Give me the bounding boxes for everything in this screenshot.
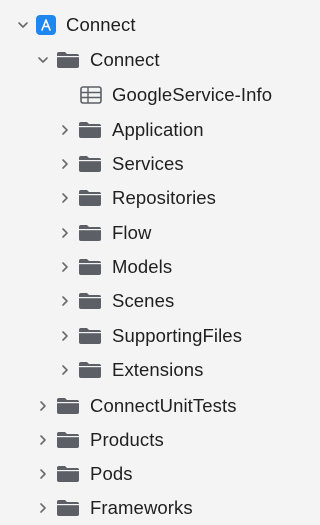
tree-row-folder[interactable]: Application [0, 113, 300, 147]
folder-label: Repositories [112, 187, 217, 208]
chevron-right-icon[interactable] [36, 399, 50, 413]
folder-icon [56, 465, 80, 483]
project-navigator: Connect Connect GoogleService-Info Appli… [0, 0, 300, 524]
folder-icon [78, 224, 102, 242]
folder-icon [56, 499, 80, 517]
folder-icon [56, 431, 80, 449]
chevron-right-icon[interactable] [36, 433, 50, 447]
tree-row-folder[interactable]: Models [0, 250, 300, 284]
folder-icon [56, 51, 80, 69]
tree-row-folder[interactable]: Products [0, 423, 300, 457]
chevron-right-icon[interactable] [58, 226, 72, 240]
tree-row-folder[interactable]: Frameworks [0, 491, 300, 525]
folder-label: Frameworks [90, 497, 193, 518]
tree-row-project[interactable]: Connect [0, 8, 300, 42]
tree-row-folder[interactable]: SupportingFiles [0, 319, 300, 353]
folder-label: Services [112, 153, 184, 174]
tree-row-connect-group[interactable]: Connect [0, 43, 300, 77]
folder-label: Flow [112, 222, 152, 243]
chevron-right-icon[interactable] [36, 467, 50, 481]
folder-label: Application [112, 119, 204, 140]
folder-label: Scenes [112, 290, 175, 311]
tree-row-folder[interactable]: Flow [0, 216, 300, 250]
folder-icon [78, 327, 102, 345]
chevron-right-icon[interactable] [58, 157, 72, 171]
folder-label: Pods [90, 463, 133, 484]
tree-row-folder[interactable]: Pods [0, 457, 300, 491]
folder-icon [78, 155, 102, 173]
folder-label: Models [112, 256, 173, 277]
folder-icon [78, 121, 102, 139]
chevron-right-icon[interactable] [58, 294, 72, 308]
project-label: Connect [66, 14, 136, 35]
chevron-down-icon[interactable] [36, 53, 50, 67]
tree-row-folder[interactable]: Services [0, 147, 300, 181]
folder-icon [78, 292, 102, 310]
folder-label: Products [90, 429, 164, 450]
folder-icon [78, 361, 102, 379]
group-label: Connect [90, 49, 160, 70]
folder-icon [56, 397, 80, 415]
xcode-app-icon [36, 15, 56, 35]
folder-icon [78, 258, 102, 276]
chevron-right-icon[interactable] [36, 501, 50, 515]
folder-icon [78, 189, 102, 207]
chevron-right-icon[interactable] [58, 260, 72, 274]
tree-row-folder[interactable]: Extensions [0, 353, 300, 387]
chevron-right-icon[interactable] [58, 329, 72, 343]
chevron-right-icon[interactable] [58, 123, 72, 137]
file-label: GoogleService-Info [112, 84, 273, 105]
chevron-right-icon[interactable] [58, 363, 72, 377]
folder-label: ConnectUnitTests [90, 395, 237, 416]
folder-label: SupportingFiles [112, 325, 243, 346]
tree-row-folder[interactable]: ConnectUnitTests [0, 389, 300, 423]
tree-row-plist-file[interactable]: GoogleService-Info [0, 78, 300, 112]
tree-row-folder[interactable]: Repositories [0, 181, 300, 215]
chevron-down-icon[interactable] [16, 18, 30, 32]
folder-label: Extensions [112, 359, 204, 380]
chevron-right-icon[interactable] [58, 191, 72, 205]
plist-file-icon [80, 86, 102, 104]
tree-row-folder[interactable]: Scenes [0, 284, 300, 318]
